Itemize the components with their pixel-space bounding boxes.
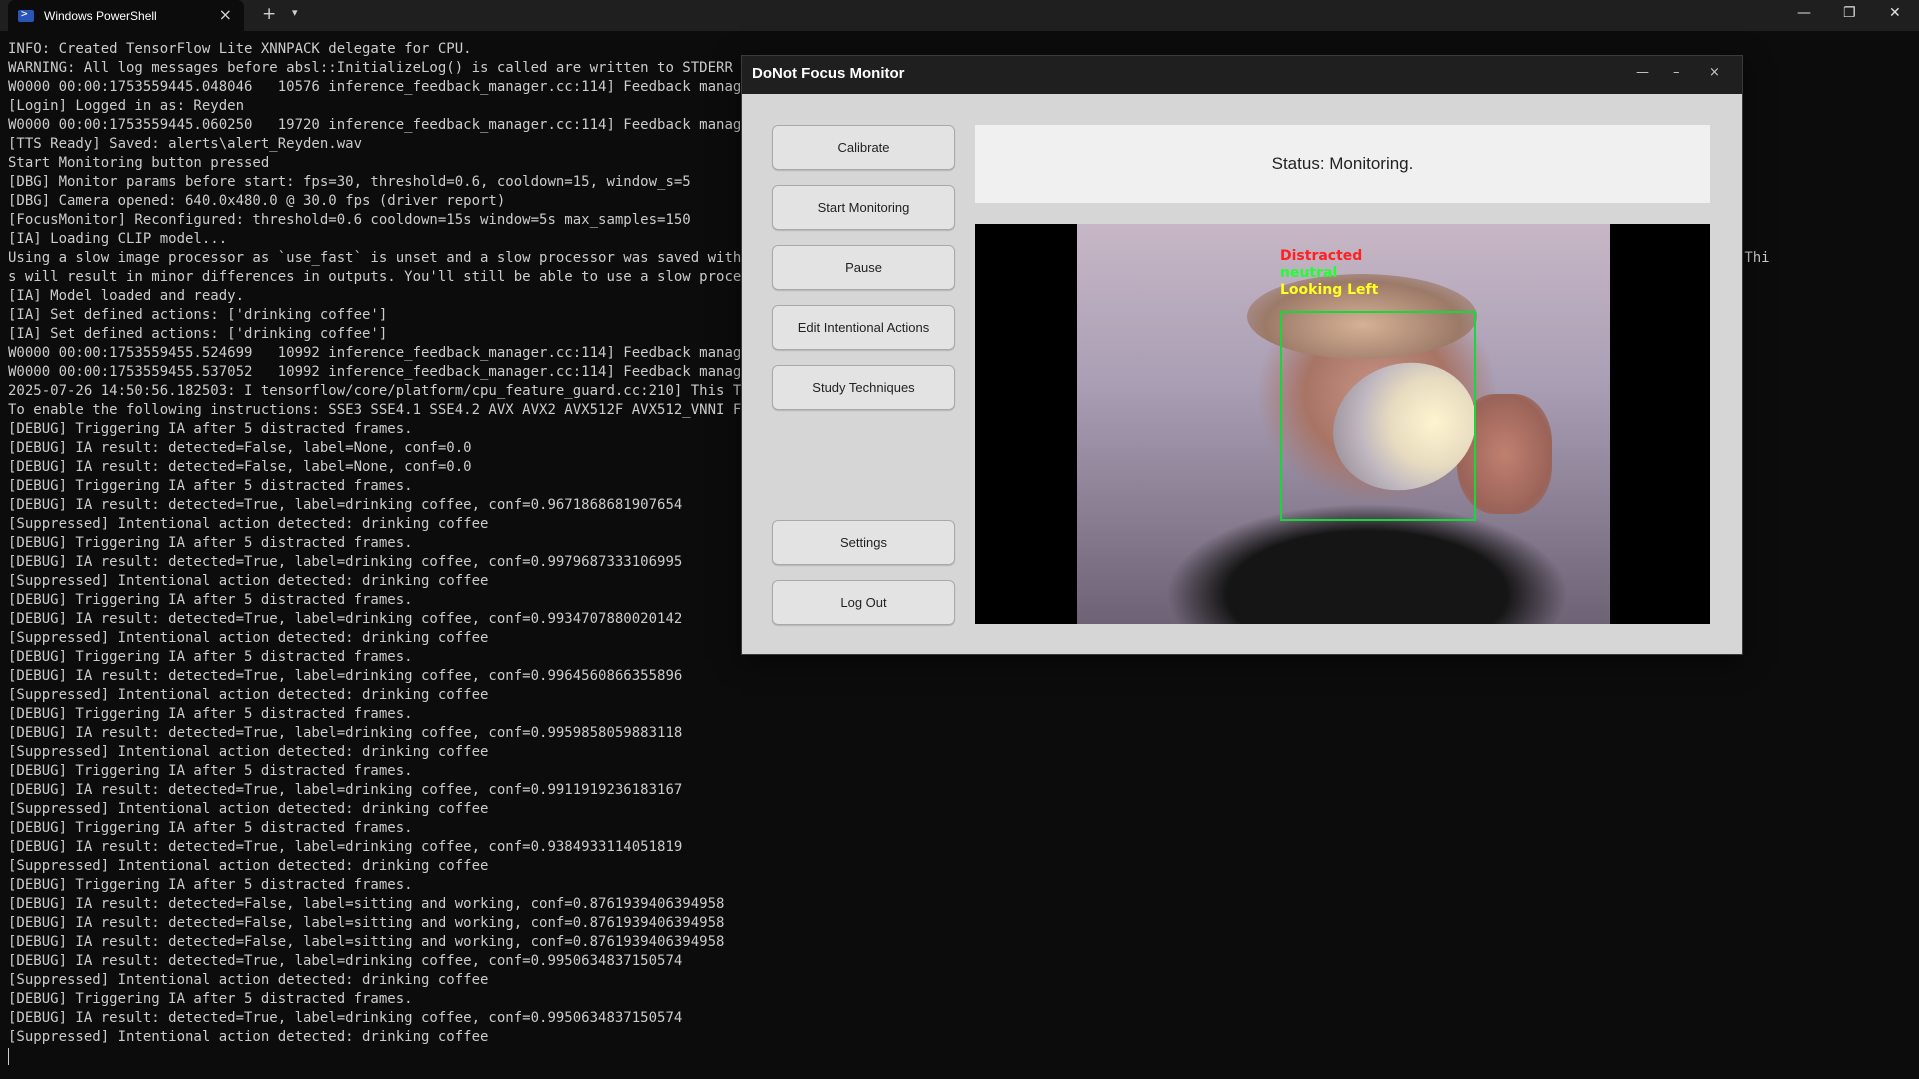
app-minimize-button[interactable]: — <box>1636 65 1649 80</box>
calibrate-button[interactable]: Calibrate <box>772 125 955 170</box>
new-tab-button[interactable]: + <box>262 4 276 24</box>
terminal-line: [DEBUG] IA result: detected=True, label=… <box>8 1010 683 1026</box>
start-monitoring-button[interactable]: Start Monitoring <box>772 185 955 230</box>
terminal-line: [DEBUG] IA result: detected=False, label… <box>8 915 725 931</box>
terminal-line: [DEBUG] IA result: detected=True, label=… <box>8 953 683 969</box>
terminal-line: [Suppressed] Intentional action detected… <box>8 972 489 988</box>
terminal-titlebar: Windows PowerShell × + ▾ — ❐ ✕ <box>0 0 1919 31</box>
terminal-line: [DEBUG] Triggering IA after 5 distracted… <box>8 991 413 1007</box>
overlay-label-neutral: neutral <box>1280 265 1338 281</box>
terminal-line: [DEBUG] Triggering IA after 5 distracted… <box>8 877 413 893</box>
tab-title: Windows PowerShell <box>44 8 157 23</box>
app-close-button[interactable]: × <box>1709 65 1720 80</box>
tab-close-icon[interactable]: × <box>219 6 232 24</box>
overlay-label-looking-left: Looking Left <box>1280 282 1379 298</box>
tab-dropdown-icon[interactable]: ▾ <box>292 6 298 19</box>
terminal-prompt[interactable] <box>8 1047 1908 1066</box>
terminal-line: [DEBUG] IA result: detected=True, label=… <box>8 782 683 798</box>
app-title: DoNot Focus Monitor <box>752 65 905 82</box>
terminal-minimize-button[interactable]: — <box>1797 5 1811 21</box>
terminal-cursor <box>8 1047 9 1065</box>
terminal-line: [Suppressed] Intentional action detected… <box>8 744 489 760</box>
settings-button[interactable]: Settings <box>772 520 955 565</box>
video-panel: Distracted neutral Looking Left <box>975 224 1710 624</box>
terminal-line: [Suppressed] Intentional action detected… <box>8 1029 489 1045</box>
terminal-line: [DEBUG] IA result: detected=False, label… <box>8 896 725 912</box>
focus-monitor-window: DoNot Focus Monitor — – × Calibrate Star… <box>741 55 1743 655</box>
study-techniques-button[interactable]: Study Techniques <box>772 365 955 410</box>
log-out-button[interactable]: Log Out <box>772 580 955 625</box>
terminal-tab[interactable]: Windows PowerShell × <box>8 0 244 31</box>
terminal-close-button[interactable]: ✕ <box>1889 5 1901 21</box>
terminal-line: [DEBUG] Triggering IA after 5 distracted… <box>8 820 413 836</box>
face-detection-box <box>1280 311 1476 521</box>
app-titlebar: DoNot Focus Monitor — – × <box>742 56 1742 94</box>
terminal-maximize-button[interactable]: ❐ <box>1843 5 1856 21</box>
terminal-line: [DEBUG] Triggering IA after 5 distracted… <box>8 763 413 779</box>
terminal-line: [DEBUG] IA result: detected=True, label=… <box>8 668 683 684</box>
terminal-line: [Suppressed] Intentional action detected… <box>8 687 489 703</box>
terminal-line: [DEBUG] IA result: detected=False, label… <box>8 934 725 950</box>
terminal-line: [DEBUG] IA result: detected=True, label=… <box>8 839 683 855</box>
overlay-label-distracted: Distracted <box>1280 248 1363 264</box>
pause-button[interactable]: Pause <box>772 245 955 290</box>
terminal-line: [DEBUG] IA result: detected=True, label=… <box>8 725 683 741</box>
powershell-icon <box>18 7 34 22</box>
status-panel: Status: Monitoring. <box>975 125 1710 203</box>
app-restore-button[interactable]: – <box>1673 65 1680 80</box>
camera-feed: Distracted neutral Looking Left <box>1077 224 1610 624</box>
status-text: Status: Monitoring. <box>1271 154 1414 173</box>
edit-intentional-actions-button[interactable]: Edit Intentional Actions <box>772 305 955 350</box>
terminal-line: [Suppressed] Intentional action detected… <box>8 858 489 874</box>
terminal-line: [DEBUG] Triggering IA after 5 distracted… <box>8 706 413 722</box>
terminal-line: [Suppressed] Intentional action detected… <box>8 801 489 817</box>
